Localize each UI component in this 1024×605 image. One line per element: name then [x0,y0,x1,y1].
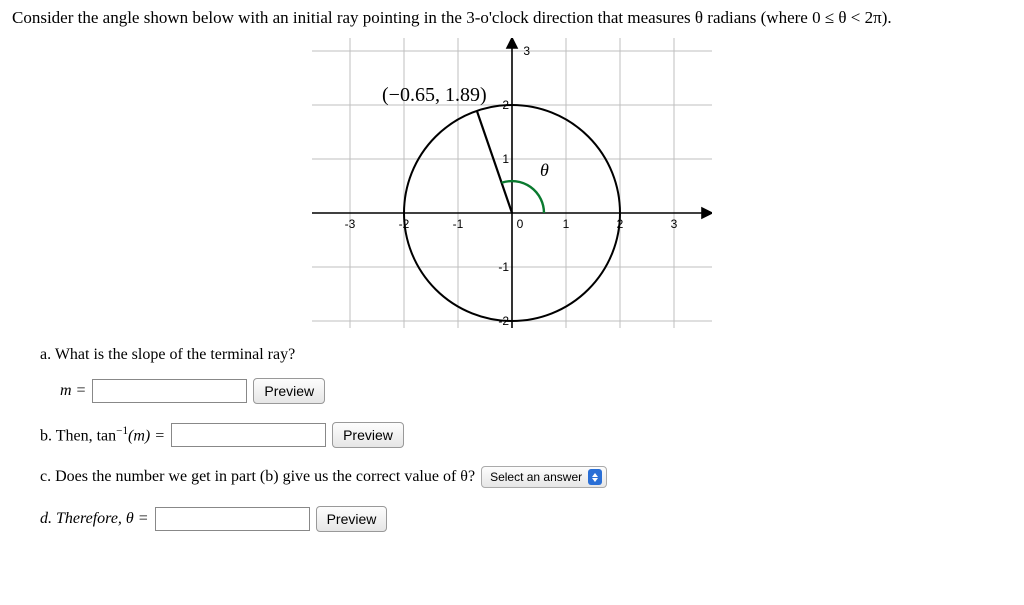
part-c-label: c. Does the number we get in part (b) gi… [40,468,475,486]
arctan-input[interactable] [171,423,326,447]
question-text: Consider the angle shown below with an i… [12,8,1012,28]
select-placeholder: Select an answer [490,470,582,484]
theta-label: θ [540,160,549,180]
part-d: d. Therefore, θ = Preview [40,506,1012,532]
svg-text:1: 1 [563,217,570,231]
preview-button-a[interactable]: Preview [253,378,325,404]
svg-text:-1: -1 [498,260,509,274]
parts-list: a. What is the slope of the terminal ray… [40,346,1012,532]
part-a-label: a. What is the slope of the terminal ray… [40,346,1008,364]
svg-text:3: 3 [671,217,678,231]
svg-text:-1: -1 [453,217,464,231]
preview-button-d[interactable]: Preview [316,506,388,532]
svg-text:3: 3 [523,44,530,58]
svg-text:0: 0 [517,217,524,231]
part-d-label: d. Therefore, θ = [40,510,149,528]
theta-input[interactable] [155,507,310,531]
preview-button-b[interactable]: Preview [332,422,404,448]
chart-container: -3 -2 -1 0 1 2 3 3 2 1 -1 -2 θ (−0.65, 1… [12,38,1012,328]
slope-input[interactable] [92,379,247,403]
part-a: a. What is the slope of the terminal ray… [40,346,1012,404]
point-label: (−0.65, 1.89) [382,84,487,106]
chevron-updown-icon [588,469,602,485]
part-b: b. Then, tan−1(m) = Preview [40,422,1012,448]
svg-text:1: 1 [502,152,509,166]
part-a-prefix: m = [60,382,86,400]
part-b-label: b. Then, tan−1(m) = [40,425,165,445]
answer-select[interactable]: Select an answer [481,466,607,488]
angle-chart: -3 -2 -1 0 1 2 3 3 2 1 -1 -2 θ (−0.65, 1… [312,38,712,328]
svg-text:-3: -3 [345,217,356,231]
part-c: c. Does the number we get in part (b) gi… [40,466,1012,488]
